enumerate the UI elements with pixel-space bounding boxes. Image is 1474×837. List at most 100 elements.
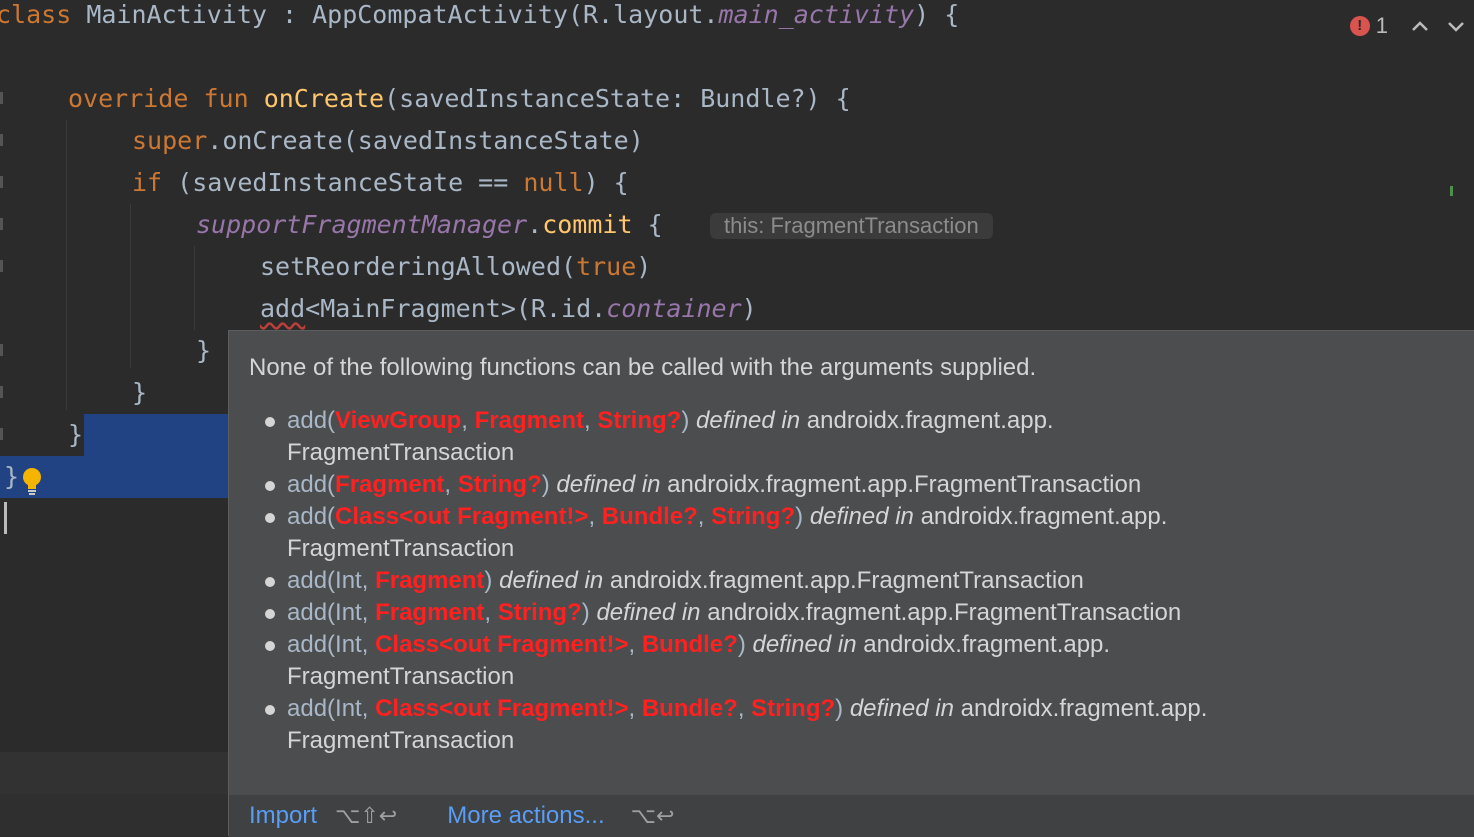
mismatched-argument: String?	[597, 407, 682, 434]
mismatched-argument: Class<out Fragment!>	[335, 503, 589, 530]
code-text: (savedInstanceState: Bundle?) {	[384, 84, 851, 113]
keyword: override	[68, 84, 189, 113]
code-text: MainActivity : AppCompatActivity(R.layou…	[71, 0, 719, 29]
code-line-add-fragment[interactable]: add<MainFragment>(R.id.container)	[260, 288, 757, 330]
package-name: androidx.fragment.app.FragmentTransactio…	[603, 567, 1084, 594]
gutter-marker	[0, 428, 3, 440]
next-highlight-icon[interactable]	[1438, 14, 1474, 38]
signature-text: )	[737, 631, 753, 658]
keyword: super	[132, 126, 208, 155]
mismatched-argument: Fragment	[474, 407, 584, 434]
package-name-continued: FragmentTransaction	[287, 439, 515, 466]
mismatched-argument: String?	[497, 599, 582, 626]
separator: ,	[461, 407, 475, 434]
defined-in-label: defined in	[809, 503, 914, 530]
gutter-marker	[0, 344, 3, 356]
package-name: androidx.fragment.app.FragmentTransactio…	[660, 471, 1142, 498]
keyword: class	[0, 0, 72, 29]
keyword: fun	[203, 84, 249, 113]
separator: ,	[628, 631, 642, 658]
code-text: .	[527, 210, 543, 239]
popup-actions-bar: Import ⌥⇧↩ More actions... ⌥↩	[229, 795, 1474, 837]
defined-in-label: defined in	[556, 471, 661, 498]
function-name: onCreate	[263, 84, 385, 113]
signature-text: )	[795, 503, 810, 530]
defined-in-label: defined in	[752, 631, 857, 658]
mismatched-argument: String?	[711, 503, 796, 530]
indent-guide	[194, 246, 195, 330]
signature-text: add(Int,	[287, 631, 376, 658]
code-text: ) {	[583, 168, 629, 197]
code-text: (savedInstanceState ==	[162, 168, 524, 197]
mismatched-argument: Bundle?	[641, 631, 738, 658]
overload-item: add(Int, Fragment) defined in androidx.f…	[265, 565, 1445, 597]
gutter-marker	[0, 92, 3, 104]
defined-in-label: defined in	[849, 695, 954, 722]
package-name-continued: FragmentTransaction	[287, 535, 515, 562]
package-name: androidx.fragment.app.	[856, 631, 1111, 658]
signature-text: )	[681, 407, 697, 434]
code-line-set-reordering[interactable]: setReorderingAllowed(true)	[260, 246, 651, 288]
editor-bottom-area	[0, 752, 228, 794]
signature-text: )	[484, 567, 500, 594]
function-name: commit	[542, 210, 633, 239]
more-actions-shortcut: ⌥↩	[630, 803, 675, 828]
mismatched-argument: Fragment	[375, 567, 485, 594]
property-name: container	[606, 294, 742, 323]
layout-reference: main_activity	[718, 0, 915, 29]
separator: ,	[588, 503, 602, 530]
separator: ,	[484, 599, 498, 626]
previous-highlight-icon[interactable]	[1402, 14, 1438, 38]
change-marker	[1450, 186, 1453, 196]
overload-list: add(ViewGroup, Fragment, String?) define…	[265, 405, 1445, 757]
indent-guide	[130, 204, 131, 368]
overload-item: add(Int, Class<out Fragment!>, Bundle?) …	[265, 629, 1445, 693]
overload-item: add(ViewGroup, Fragment, String?) define…	[265, 405, 1445, 469]
gutter-marker	[0, 134, 3, 146]
keyword: true	[576, 252, 637, 281]
code-line-oncreate[interactable]: override fun onCreate(savedInstanceState…	[68, 78, 851, 120]
separator: ,	[737, 695, 752, 722]
gutter-marker	[0, 260, 3, 272]
code-line-class-declaration[interactable]: class MainActivity : AppCompatActivity(R…	[0, 0, 959, 36]
separator: ,	[584, 407, 598, 434]
overload-item: add(Class<out Fragment!>, Bundle?, Strin…	[265, 501, 1445, 565]
import-shortcut: ⌥⇧↩	[335, 803, 398, 828]
more-actions-link[interactable]: More actions...	[447, 802, 604, 830]
mismatched-argument: Class<out Fragment!>	[375, 695, 629, 722]
package-name: androidx.fragment.app.	[800, 407, 1054, 434]
package-name-continued: FragmentTransaction	[287, 727, 515, 754]
code-line-super-call[interactable]: super.onCreate(savedInstanceState)	[132, 120, 644, 162]
signature-text: )	[541, 471, 557, 498]
inlay-type-hint: this: FragmentTransaction	[710, 213, 993, 239]
signature-text: add(Int,	[287, 695, 376, 722]
signature-text: )	[581, 599, 597, 626]
mismatched-argument: Fragment	[335, 471, 445, 498]
selection-highlight	[84, 414, 228, 456]
editor-bottom-area	[0, 794, 228, 836]
gutter-marker	[0, 218, 3, 230]
mismatched-argument: Bundle?	[601, 503, 698, 530]
package-name: androidx.fragment.app.	[953, 695, 1208, 722]
overload-item: add(Int, Fragment, String?) defined in a…	[265, 597, 1445, 629]
package-name: androidx.fragment.app.FragmentTransactio…	[700, 599, 1182, 626]
defined-in-label: defined in	[696, 407, 801, 434]
mismatched-argument: Fragment	[375, 599, 485, 626]
keyword: null	[523, 168, 584, 197]
gutter-marker	[0, 176, 3, 188]
code-line-if[interactable]: if (savedInstanceState == null) {	[132, 162, 629, 204]
mismatched-argument: Class<out Fragment!>	[375, 631, 629, 658]
signature-text: add(Int,	[287, 567, 376, 594]
text-caret	[4, 502, 7, 534]
code-text: )	[636, 252, 652, 281]
inspection-widget[interactable]: ! 1	[1349, 8, 1474, 44]
error-call[interactable]: add	[260, 294, 305, 323]
import-link[interactable]: Import	[249, 802, 317, 830]
package-name: androidx.fragment.app.	[913, 503, 1168, 530]
lightbulb-icon[interactable]	[20, 466, 44, 496]
code-line-commit[interactable]: supportFragmentManager.commit {	[196, 204, 663, 246]
code-text: setReorderingAllowed(	[260, 252, 577, 281]
closing-brace: }	[196, 336, 212, 365]
indent-guide	[66, 120, 67, 410]
popup-message: None of the following functions can be c…	[249, 354, 1037, 381]
